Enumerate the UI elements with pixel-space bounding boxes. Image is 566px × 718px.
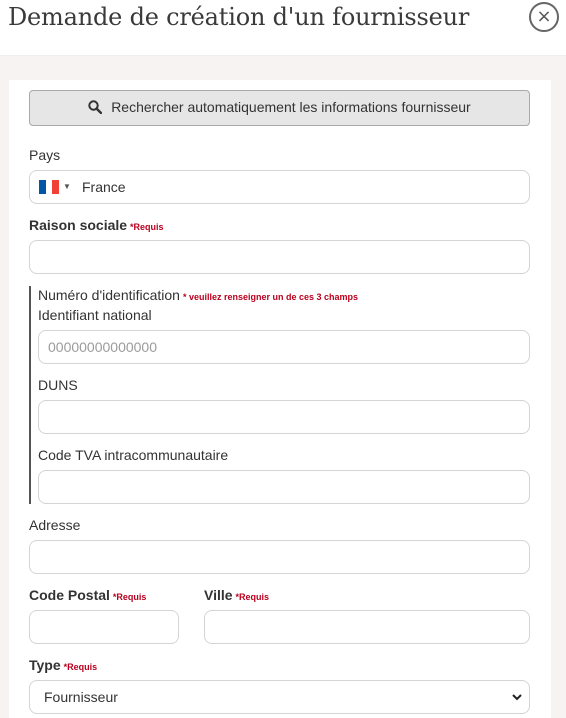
modal-header: Demande de création d'un fournisseur × (0, 0, 566, 56)
search-icon (88, 100, 103, 115)
type-select[interactable]: Fournisseur (29, 680, 530, 714)
company-name-input[interactable] (29, 240, 530, 274)
company-name-label-text: Raison sociale (29, 217, 128, 233)
national-id-input[interactable]: 00000000000000 (38, 330, 530, 364)
france-flag-icon (39, 180, 60, 194)
type-value: Fournisseur (44, 689, 118, 705)
required-marker: *Requis (130, 222, 164, 232)
chevron-down-icon (512, 694, 522, 701)
vat-label: Code TVA intracommunautaire (38, 447, 229, 463)
country-select[interactable]: ▼ France (29, 170, 530, 204)
identification-label: Numéro d'identification * veuillez rensei… (38, 287, 358, 303)
city-input[interactable] (204, 610, 530, 644)
identification-label-text: Numéro d'identification (38, 287, 180, 303)
city-label: Ville *Requis (204, 587, 269, 603)
postal-code-label-text: Code Postal (29, 587, 110, 603)
duns-input[interactable] (38, 400, 530, 434)
modal-title: Demande de création d'un fournisseur (8, 3, 470, 31)
required-marker: *Requis (112, 592, 147, 602)
city-label-text: Ville (204, 587, 233, 603)
national-id-label: Identifiant national (38, 307, 152, 323)
required-marker: *Requis (235, 592, 270, 602)
caret-down-icon: ▼ (63, 182, 71, 191)
postal-code-label: Code Postal *Requis (29, 587, 146, 603)
required-marker: *Requis (63, 662, 98, 672)
close-icon[interactable]: × (529, 2, 559, 32)
identification-note: * veuillez renseigner un de ces 3 champs (182, 292, 359, 302)
type-label-text: Type (29, 657, 61, 673)
auto-search-button[interactable]: Rechercher automatiquement les informati… (29, 90, 530, 126)
address-input[interactable] (29, 540, 530, 574)
address-label: Adresse (29, 517, 81, 533)
vat-input[interactable] (38, 470, 530, 504)
duns-label: DUNS (38, 377, 78, 393)
company-name-label: Raison sociale *Requis (29, 217, 164, 233)
country-label: Pays (29, 147, 61, 163)
auto-search-label: Rechercher automatiquement les informati… (111, 99, 471, 115)
identification-group-rule (29, 286, 31, 504)
country-value: France (82, 179, 126, 195)
postal-code-input[interactable] (29, 610, 179, 644)
type-label: Type *Requis (29, 657, 97, 673)
